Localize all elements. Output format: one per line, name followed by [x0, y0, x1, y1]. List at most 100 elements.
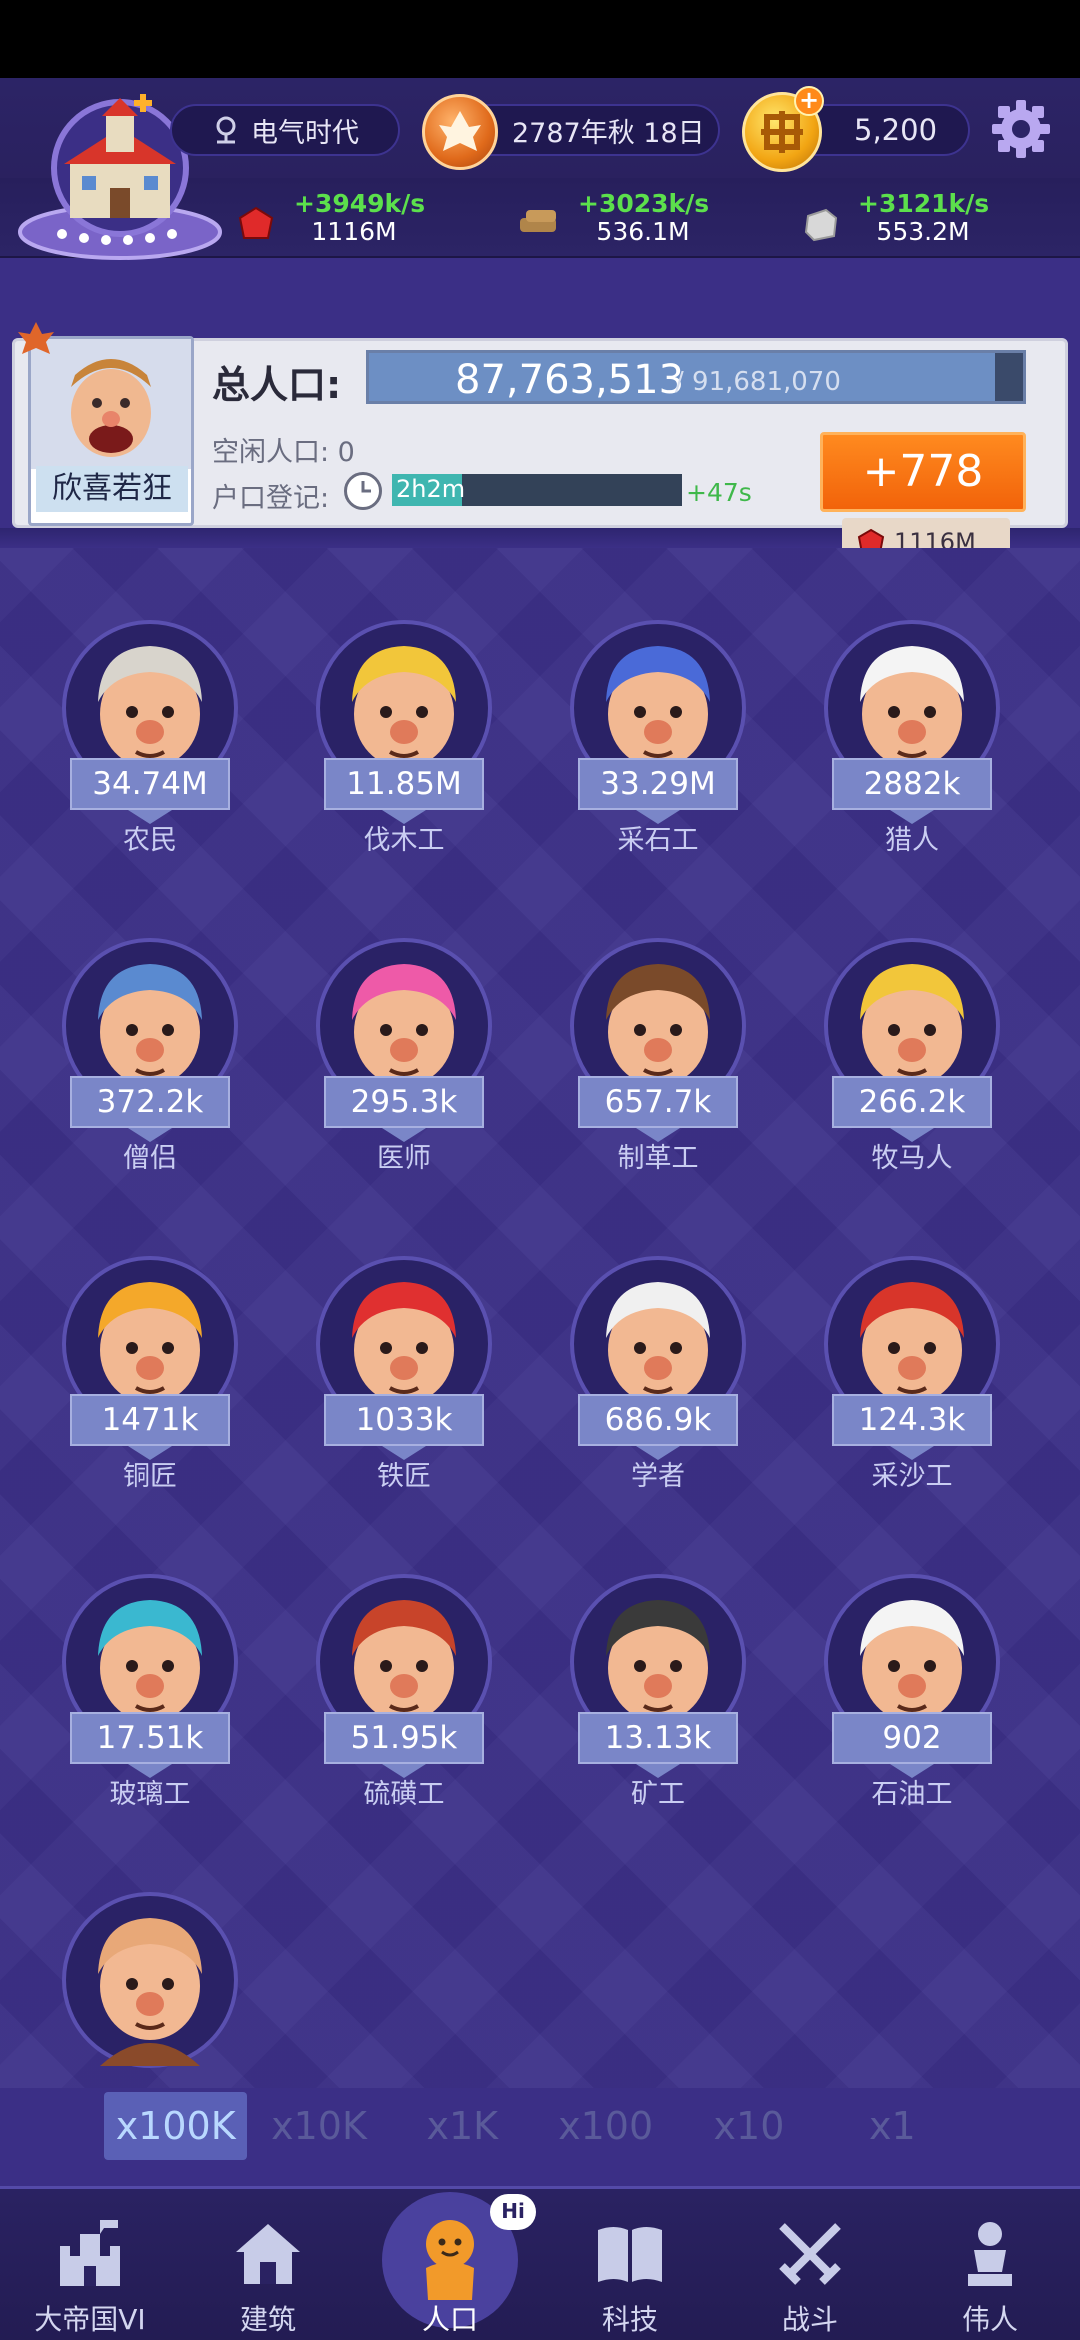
worker-card[interactable]: 1471k 铜匠	[50, 1224, 250, 1524]
autumn-leaf-icon	[422, 94, 498, 170]
worker-name: 医师	[377, 1143, 431, 1174]
statue-icon	[968, 2222, 1012, 2286]
nav-buildings[interactable]: 建筑	[178, 2206, 358, 2340]
worker-count: 51.95k	[324, 1712, 484, 1778]
era-display[interactable]: 电气时代	[170, 104, 400, 156]
wood-log-icon	[520, 210, 556, 232]
worker-card[interactable]: 1033k 铁匠	[304, 1224, 504, 1524]
worker-count: 1471k	[70, 1394, 230, 1460]
multiplier-x1k[interactable]: x1K	[391, 2092, 534, 2160]
resource-amount: 536.1M	[596, 217, 690, 246]
worker-count: 686.9k	[578, 1394, 738, 1460]
nav-label: 建筑	[239, 2303, 296, 2336]
worker-count: 124.3k	[832, 1394, 992, 1460]
worker-name: 农民	[123, 825, 177, 856]
stone-block-icon	[804, 208, 838, 242]
worker-name: 硫磺工	[363, 1779, 445, 1810]
worker-name: 牧马人	[871, 1143, 953, 1174]
clock-icon	[344, 472, 382, 510]
idle-population: 空闲人口: 0	[212, 437, 355, 468]
worker-name: 学者	[631, 1461, 685, 1492]
worker-count: 295.3k	[324, 1076, 484, 1142]
total-population-bar: 87,763,513 / 91,681,070	[366, 350, 1026, 404]
worker-count: 657.7k	[578, 1076, 738, 1142]
book-icon	[598, 2227, 662, 2282]
worker-card[interactable]	[50, 1860, 250, 2070]
multiplier-x1[interactable]: x1	[821, 2092, 964, 2160]
worker-card[interactable]: 295.3k 医师	[304, 906, 504, 1206]
total-population-label: 总人口:	[212, 363, 342, 407]
gear-icon[interactable]	[990, 98, 1052, 160]
nav-battle[interactable]: 战斗	[720, 2206, 900, 2340]
nav-great-people[interactable]: 伟人	[900, 2206, 1080, 2340]
nav-label: 人口	[421, 2303, 478, 2336]
castle-icon	[60, 2220, 120, 2286]
hi-badge: Hi	[490, 2194, 536, 2230]
worker-card[interactable]: 2882k 猎人	[812, 588, 1012, 888]
worker-card[interactable]: 13.13k 矿工	[558, 1542, 758, 1842]
worker-name: 猎人	[885, 825, 939, 856]
red-gem-icon	[238, 206, 274, 239]
resource-rate: +3121k/s	[858, 189, 990, 218]
worker-name: 玻璃工	[109, 1779, 191, 1810]
worker-count: 902	[832, 1712, 992, 1778]
status-bar	[0, 0, 1080, 78]
swords-icon	[779, 2223, 841, 2285]
nav-label: 科技	[601, 2303, 658, 2336]
worker-name: 矿工	[631, 1779, 685, 1810]
date-label: 2787年秋 18日	[512, 117, 705, 149]
nav-technology[interactable]: 科技	[540, 2206, 720, 2340]
worker-card[interactable]: 34.74M 农民	[50, 588, 250, 888]
worker-card[interactable]: 124.3k 采沙工	[812, 1224, 1012, 1524]
worker-card[interactable]: 51.95k 硫磺工	[304, 1542, 504, 1842]
max-population-value: / 91,681,070	[675, 367, 841, 397]
multiplier-tabs: x100K x10K x1K x100 x10 x1	[104, 2092, 964, 2160]
worker-name: 铁匠	[377, 1461, 431, 1492]
worker-count: 11.85M	[324, 758, 484, 824]
location-pin-icon	[216, 116, 236, 144]
registration-time: 2h2m	[396, 475, 466, 503]
worker-name: 石油工	[871, 1779, 953, 1810]
worker-name: 采沙工	[871, 1461, 953, 1492]
resource-amount: 553.2M	[876, 217, 970, 246]
resource-1: +3949k/s 1116M	[294, 189, 426, 246]
resource-amount: 1116M	[311, 217, 397, 246]
multiplier-x100[interactable]: x100	[534, 2092, 677, 2160]
worker-card[interactable]: 17.51k 玻璃工	[50, 1542, 250, 1842]
worker-card[interactable]: 11.85M 伐木工	[304, 588, 504, 888]
worker-card[interactable]: 33.29M 采石工	[558, 588, 758, 888]
worker-name: 制革工	[617, 1143, 699, 1174]
worker-name: 采石工	[617, 825, 699, 856]
resource-rate: +3949k/s	[294, 189, 426, 218]
registration-rate: +47s	[686, 478, 752, 507]
registration-label: 户口登记:	[212, 483, 330, 514]
multiplier-x100k[interactable]: x100K	[104, 2092, 248, 2160]
worker-count: 266.2k	[832, 1076, 992, 1142]
nav-label: 大帝国VI	[34, 2303, 146, 2336]
worker-count: 33.29M	[578, 758, 738, 824]
worker-avatar	[62, 1892, 238, 2068]
population-icon	[426, 2220, 474, 2300]
nav-empire[interactable]: 大帝国VI	[0, 2206, 180, 2340]
nav-label: 战斗	[781, 2303, 838, 2336]
nav-label: 伟人	[961, 2303, 1018, 2336]
multiplier-x10[interactable]: x10	[677, 2092, 820, 2160]
resource-3: +3121k/s 553.2M	[858, 189, 990, 246]
coin-amount: 5,200	[854, 113, 938, 147]
worker-count: 372.2k	[70, 1076, 230, 1142]
resource-rate: +3023k/s	[578, 189, 710, 218]
worker-card[interactable]: 372.2k 僧侣	[50, 906, 250, 1206]
worker-count: 13.13k	[578, 1712, 738, 1778]
add-coins-icon[interactable]: +	[794, 86, 824, 116]
maple-leaf-icon	[18, 322, 54, 354]
worker-card[interactable]: 657.7k 制革工	[558, 906, 758, 1206]
worker-count: 1033k	[324, 1394, 484, 1460]
worker-card[interactable]: 266.2k 牧马人	[812, 906, 1012, 1206]
worker-name: 伐木工	[363, 825, 445, 856]
add-population-button[interactable]: +778	[820, 432, 1026, 512]
multiplier-x10k[interactable]: x10K	[247, 2092, 390, 2160]
worker-card[interactable]: 686.9k 学者	[558, 1224, 758, 1524]
worker-card[interactable]: 902 石油工	[812, 1542, 1012, 1842]
worker-count: 2882k	[832, 758, 992, 824]
resource-2: +3023k/s 536.1M	[578, 189, 710, 246]
